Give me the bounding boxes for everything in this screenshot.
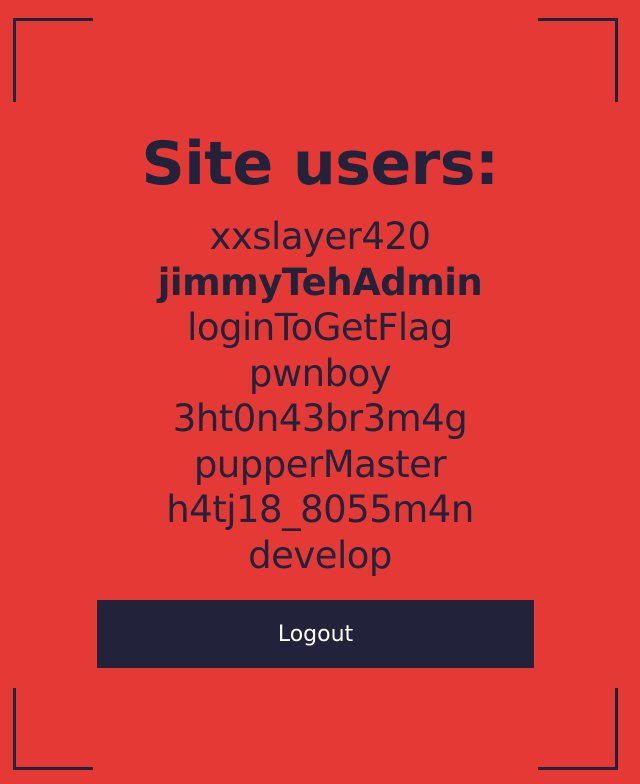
corner-bracket-top-left: [13, 18, 93, 102]
list-item: pwnboy: [248, 351, 392, 395]
page-title: Site users:: [141, 129, 499, 199]
list-item: jimmyTehAdmin: [157, 260, 483, 304]
logout-button[interactable]: Logout: [97, 600, 534, 668]
list-item: pupperMaster: [193, 442, 447, 486]
list-item: loginToGetFlag: [187, 306, 453, 349]
list-item: 3ht0n43br3m4g: [172, 397, 468, 440]
list-item: xxslayer420: [209, 215, 431, 258]
corner-bracket-top-right: [538, 18, 618, 102]
corner-bracket-bottom-right: [538, 688, 618, 770]
list-item: develop: [248, 533, 392, 577]
corner-bracket-bottom-left: [13, 688, 93, 770]
list-item: h4tj18_8055m4n: [166, 488, 474, 531]
user-list: xxslayer420 jimmyTehAdmin loginToGetFlag…: [0, 214, 640, 578]
users-panel: Site users: xxslayer420 jimmyTehAdmin lo…: [0, 128, 640, 578]
